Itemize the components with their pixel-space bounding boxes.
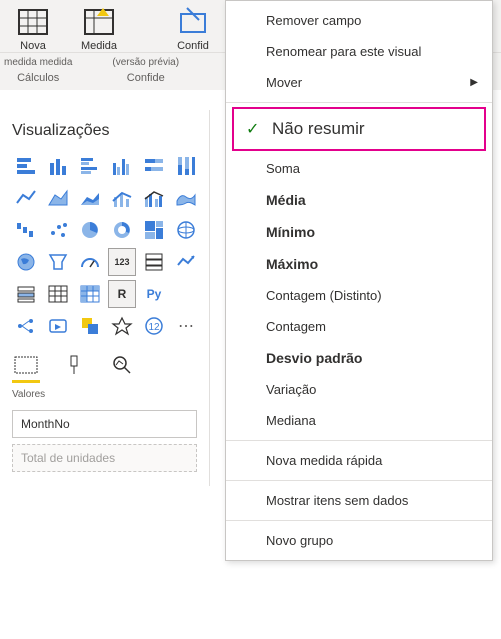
chevron-right-icon: ▶ xyxy=(470,77,478,88)
viz-import-icon[interactable]: ⋯ xyxy=(172,312,200,340)
menu-desvio[interactable]: Desvio padrão xyxy=(226,342,492,374)
viz-scatter-icon[interactable] xyxy=(44,216,72,244)
menu-remover-campo[interactable]: Remover campo xyxy=(226,5,492,36)
tab-analytics[interactable] xyxy=(108,354,136,383)
viz-stacked-area-icon[interactable] xyxy=(76,184,104,212)
viz-line-clustered-icon[interactable] xyxy=(140,184,168,212)
versao-previa-label: (versão prévia) xyxy=(112,57,179,68)
viz-area-icon[interactable] xyxy=(44,184,72,212)
tab-format[interactable] xyxy=(60,354,88,383)
ribbon-medida[interactable]: Medida xyxy=(70,6,128,52)
field-monthno[interactable]: MonthNo xyxy=(12,410,197,438)
viz-grid: 123 R Py 12 ⋯ xyxy=(6,148,203,344)
viz-custom-icon[interactable]: 12 xyxy=(140,312,168,340)
menu-contagem[interactable]: Contagem xyxy=(226,311,492,342)
panel-header: Visualizações xyxy=(6,114,203,148)
viz-line-icon[interactable] xyxy=(12,184,40,212)
viz-gauge-icon[interactable] xyxy=(76,248,104,276)
viz-funnel-icon[interactable] xyxy=(44,248,72,276)
py-label: Py xyxy=(147,287,162,301)
viz-matrix-icon[interactable] xyxy=(76,280,104,308)
menu-soma[interactable]: Soma xyxy=(226,153,492,184)
menu-separator xyxy=(226,480,492,481)
check-icon: ✓ xyxy=(246,119,259,139)
viz-100stacked-bar-icon[interactable] xyxy=(140,152,168,180)
viz-filled-map-icon[interactable] xyxy=(12,248,40,276)
menu-variacao[interactable]: Variação xyxy=(226,374,492,405)
fields-tab-icon xyxy=(12,354,40,376)
context-menu: Remover campo Renomear para este visual … xyxy=(225,0,493,561)
field-placeholder[interactable]: Total de unidades xyxy=(12,444,197,472)
menu-separator xyxy=(226,520,492,521)
viz-clustered-bar-icon[interactable] xyxy=(76,152,104,180)
menu-nao-resumir[interactable]: ✓Não resumir xyxy=(232,107,486,151)
viz-donut-icon[interactable] xyxy=(108,216,136,244)
viz-stacked-column-icon[interactable] xyxy=(44,152,72,180)
group-confide: Confide xyxy=(127,68,165,90)
medida-medida-label: medida medida xyxy=(4,57,72,68)
viz-map-icon[interactable] xyxy=(172,216,200,244)
viz-qa-icon[interactable] xyxy=(76,312,104,340)
viz-clustered-column-icon[interactable] xyxy=(108,152,136,180)
viz-waterfall-icon[interactable] xyxy=(12,216,40,244)
viz-decomposition-icon[interactable] xyxy=(44,312,72,340)
group-calculos: Cálculos xyxy=(17,68,59,90)
menu-minimo[interactable]: Mínimo xyxy=(226,216,492,248)
viz-treemap-icon[interactable] xyxy=(140,216,168,244)
menu-nova-medida[interactable]: Nova medida rápida xyxy=(226,445,492,476)
analytics-tab-icon xyxy=(108,354,136,376)
r-label: R xyxy=(118,287,127,301)
menu-media[interactable]: Média xyxy=(226,184,492,216)
menu-contagem-distinto[interactable]: Contagem (Distinto) xyxy=(226,280,492,311)
table-icon xyxy=(17,6,49,38)
viz-python-icon[interactable]: Py xyxy=(140,280,168,308)
ribbon-confid-label: Confid xyxy=(177,40,209,52)
measure-icon xyxy=(83,6,115,38)
tab-values-label: Valores xyxy=(6,387,203,406)
viz-line-column-icon[interactable] xyxy=(108,184,136,212)
viz-key-influencers-icon[interactable] xyxy=(12,312,40,340)
ribbon-nova[interactable]: Nova xyxy=(4,6,62,52)
viz-table-icon[interactable] xyxy=(44,280,72,308)
menu-mover[interactable]: Mover▶ xyxy=(226,67,492,98)
viz-r-icon[interactable]: R xyxy=(108,280,136,308)
viz-stacked-bar-icon[interactable] xyxy=(12,152,40,180)
viz-multirow-card-icon[interactable] xyxy=(140,248,168,276)
viz-100stacked-column-icon[interactable] xyxy=(172,152,200,180)
viz-ribbon-icon[interactable] xyxy=(172,184,200,212)
ribbon-medida-label: Medida xyxy=(81,40,117,52)
viz-pie-icon[interactable] xyxy=(76,216,104,244)
menu-renomear[interactable]: Renomear para este visual xyxy=(226,36,492,67)
viz-blank xyxy=(172,280,200,308)
menu-separator xyxy=(226,440,492,441)
format-tab-icon xyxy=(60,354,88,376)
menu-mediana[interactable]: Mediana xyxy=(226,405,492,436)
menu-novo-grupo[interactable]: Novo grupo xyxy=(226,525,492,556)
ribbon-nova-label: Nova xyxy=(20,40,46,52)
ribbon-confid[interactable]: Confid xyxy=(164,6,222,52)
viz-arcgis-icon[interactable] xyxy=(108,312,136,340)
menu-separator xyxy=(226,102,492,103)
svg-text:12: 12 xyxy=(148,322,160,333)
viz-card-icon[interactable]: 123 xyxy=(108,248,136,276)
field-wells: MonthNo Total de unidades xyxy=(6,406,203,482)
viz-kpi-icon[interactable] xyxy=(172,248,200,276)
tab-fields[interactable] xyxy=(12,354,40,383)
sensitivity-icon xyxy=(177,6,209,38)
visualizations-panel: Visualizações 123 R Py xyxy=(0,110,210,486)
menu-maximo[interactable]: Máximo xyxy=(226,248,492,280)
viz-slicer-icon[interactable] xyxy=(12,280,40,308)
menu-mostrar-sem-dados[interactable]: Mostrar itens sem dados xyxy=(226,485,492,516)
tabs xyxy=(6,344,203,387)
